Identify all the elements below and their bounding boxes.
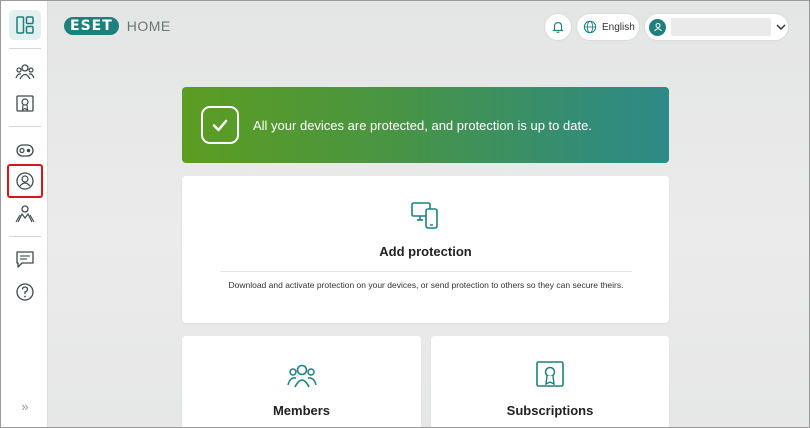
sidebar-divider bbox=[9, 236, 41, 237]
members-card[interactable]: Members bbox=[182, 336, 421, 428]
sidebar-item-members[interactable] bbox=[9, 57, 41, 87]
add-protection-description: Download and activate protection on your… bbox=[228, 280, 624, 290]
add-protection-card[interactable]: Add protection Download and activate pro… bbox=[182, 176, 669, 323]
avatar bbox=[649, 18, 666, 36]
status-banner: All your devices are protected, and prot… bbox=[182, 87, 669, 163]
protection-icon bbox=[16, 172, 34, 190]
sidebar-item-help[interactable] bbox=[9, 277, 41, 307]
devices-icon bbox=[410, 200, 440, 235]
subscriptions-card[interactable]: Subscriptions bbox=[431, 336, 669, 428]
certificate-icon bbox=[535, 360, 565, 395]
bell-icon bbox=[552, 22, 564, 33]
globe-icon bbox=[583, 20, 597, 34]
account-name bbox=[671, 18, 771, 36]
language-label: English bbox=[602, 21, 635, 33]
sidebar-item-subscriptions[interactable] bbox=[9, 89, 41, 119]
sidebar-item-feedback[interactable] bbox=[9, 244, 41, 274]
sidebar: » bbox=[1, 1, 48, 427]
sidebar-item-shared-protection[interactable] bbox=[9, 199, 41, 229]
add-protection-title: Add protection bbox=[379, 244, 472, 259]
dashboard-icon bbox=[16, 16, 34, 34]
sidebar-divider bbox=[9, 126, 41, 127]
product-name: HOME bbox=[126, 18, 171, 34]
sidebar-item-dashboard[interactable] bbox=[9, 10, 41, 40]
sidebar-item-security[interactable] bbox=[7, 164, 43, 198]
sidebar-item-devices[interactable] bbox=[9, 135, 41, 165]
sidebar-divider bbox=[9, 48, 41, 49]
certificate-icon bbox=[16, 95, 34, 112]
brand-logo: ESET bbox=[64, 17, 119, 35]
check-icon bbox=[201, 106, 239, 144]
shared-user-icon bbox=[15, 205, 35, 223]
members-icon bbox=[287, 361, 317, 396]
expand-sidebar-button[interactable]: » bbox=[9, 397, 41, 417]
eset-home-logo[interactable]: ESET HOME bbox=[64, 15, 171, 37]
feedback-icon bbox=[16, 251, 34, 268]
chevron-down-icon bbox=[776, 24, 786, 31]
main-content: ESET HOME English All your devices are p… bbox=[48, 1, 809, 428]
card-divider bbox=[220, 271, 632, 272]
members-title: Members bbox=[272, 403, 331, 418]
language-selector[interactable]: English bbox=[576, 13, 640, 41]
subscriptions-title: Subscriptions bbox=[506, 403, 594, 418]
devices-icon bbox=[16, 144, 34, 157]
account-menu[interactable] bbox=[644, 13, 789, 41]
help-icon bbox=[16, 283, 34, 301]
user-icon bbox=[653, 23, 662, 32]
members-icon bbox=[15, 64, 35, 80]
status-message: All your devices are protected, and prot… bbox=[253, 117, 592, 133]
notifications-button[interactable] bbox=[544, 13, 572, 41]
